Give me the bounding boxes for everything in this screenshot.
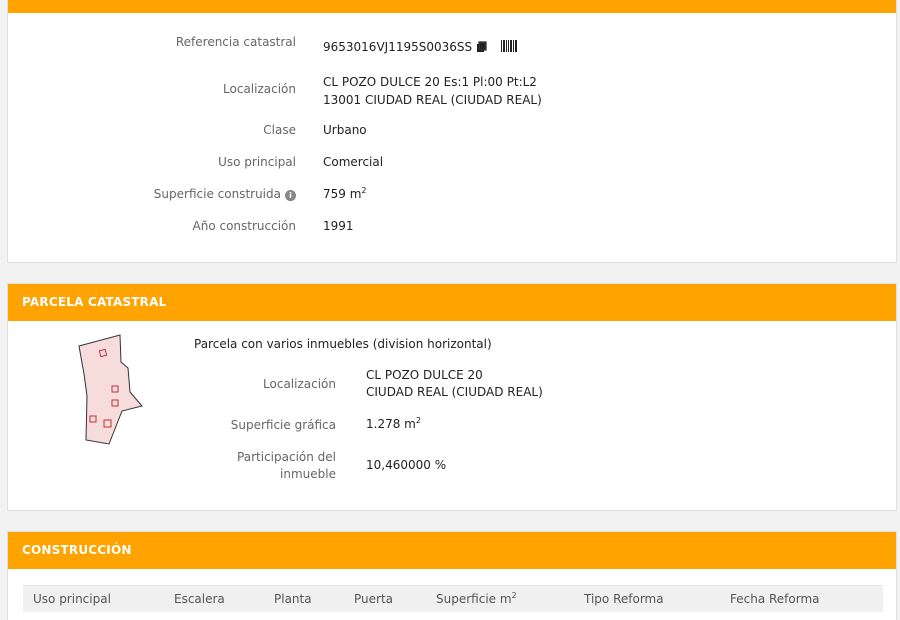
construction-panel-header: CONSTRUCCIÓN [8, 532, 896, 569]
clase-value: Urbano [323, 123, 367, 137]
col-superficie: Superficie m2 [426, 585, 574, 612]
construction-panel: CONSTRUCCIÓN Uso principal Escalera Plan… [7, 531, 897, 620]
barcode-icon[interactable] [501, 39, 518, 52]
col-escalera: Escalera [164, 585, 264, 612]
clase-label: Clase [263, 123, 296, 137]
col-superficie-exponent: 2 [511, 590, 517, 600]
superficie-label-wrap: Superficie construida i [154, 187, 296, 201]
col-uso-principal: Uso principal [23, 585, 164, 612]
info-icon[interactable]: i [285, 190, 296, 201]
parcel-localizacion-value: CL POZO DULCE 20 CIUDAD REAL (CIUDAD REA… [366, 367, 543, 401]
uso-label: Uso principal [218, 155, 296, 169]
col-fecha-reforma: Fecha Reforma [720, 585, 883, 612]
copy-icon[interactable] [476, 40, 487, 52]
anio-value: 1991 [323, 219, 354, 233]
parcel-localizacion-label: Localización [263, 377, 336, 391]
property-panel: Referencia catastral 9653016VJ1195S0036S… [7, 0, 897, 263]
localizacion-value: CL POZO DULCE 20 Es:1 Pl:00 Pt:L2 13001 … [323, 73, 542, 109]
property-panel-header [8, 0, 896, 13]
col-puerta: Puerta [344, 585, 426, 612]
construction-table: Uso principal Escalera Planta Puerta Sup… [23, 585, 883, 612]
referencia-value[interactable]: 9653016VJ1195S0036SS [323, 40, 472, 54]
referencia-value-wrap: 9653016VJ1195S0036SS [323, 38, 518, 56]
parcel-localizacion-line-1: CL POZO DULCE 20 [366, 368, 483, 382]
superficie-value: 759 m [323, 187, 362, 201]
col-tipo-reforma: Tipo Reforma [574, 585, 720, 612]
participacion-label: Participación del inmueble [237, 449, 336, 483]
construction-table-header-row: Uso principal Escalera Planta Puerta Sup… [23, 585, 883, 612]
parcel-panel-header: PARCELA CATASTRAL [8, 284, 896, 321]
localizacion-line-1: CL POZO DULCE 20 Es:1 Pl:00 Pt:L2 [323, 75, 537, 89]
localizacion-line-2: 13001 CIUDAD REAL (CIUDAD REAL) [323, 93, 542, 107]
localizacion-label: Localización [223, 82, 296, 96]
superficie-value-wrap: 759 m2 [323, 185, 367, 203]
participacion-value: 10,460000 % [366, 458, 447, 472]
parcel-localizacion-line-2: CIUDAD REAL (CIUDAD REAL) [366, 385, 543, 399]
parcel-panel: PARCELA CATASTRAL Parcela con varios inm… [7, 283, 897, 511]
anio-label: Año construcción [192, 219, 297, 233]
superficie-label: Superficie construida [153, 187, 281, 201]
parcel-superficie-label: Superficie gráfica [230, 418, 336, 432]
referencia-label: Referencia catastral [175, 35, 296, 49]
col-planta: Planta [264, 585, 344, 612]
superficie-exponent: 2 [361, 186, 367, 195]
participacion-label-line-1: Participación del [237, 450, 336, 464]
col-superficie-label: Superficie m [436, 591, 512, 606]
parcel-superficie-value-wrap: 1.278 m2 [366, 416, 421, 433]
parcel-map[interactable] [76, 334, 146, 449]
participacion-label-line-2: inmueble [280, 467, 336, 481]
parcel-superficie-value: 1.278 m [366, 417, 416, 431]
uso-value: Comercial [323, 155, 384, 169]
parcel-superficie-exponent: 2 [415, 416, 421, 425]
parcel-title: Parcela con varios inmuebles (division h… [194, 337, 492, 351]
